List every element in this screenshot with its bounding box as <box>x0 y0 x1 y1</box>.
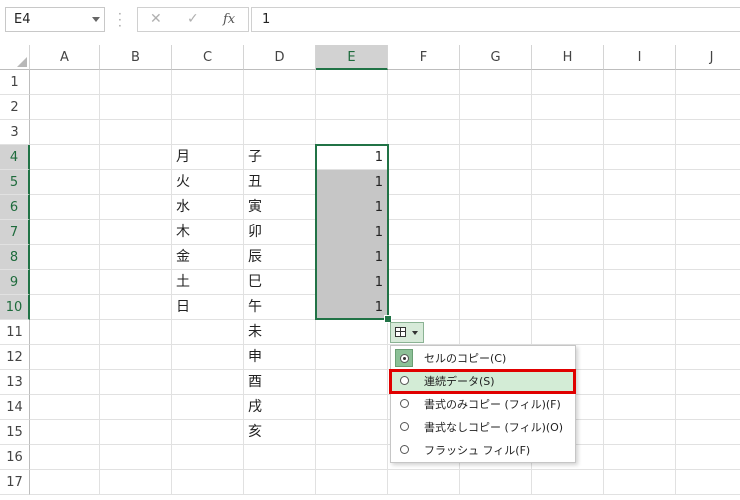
column-header-e[interactable]: E <box>316 45 388 70</box>
row-header-4[interactable]: 4 <box>0 145 30 170</box>
column-header-j[interactable]: J <box>676 45 740 70</box>
formula-buttons: ✕ ✓ fx <box>137 7 249 32</box>
row-header-2[interactable]: 2 <box>0 95 30 120</box>
row-header-11[interactable]: 11 <box>0 320 30 345</box>
cell-d5[interactable]: 丑 <box>248 170 262 195</box>
selected-indicator <box>395 349 413 367</box>
column-header-d[interactable]: D <box>244 45 316 70</box>
row-header-15[interactable]: 15 <box>0 420 30 445</box>
menu-item-label: セルのコピー(C) <box>424 352 507 365</box>
row-header-12[interactable]: 12 <box>0 345 30 370</box>
cell-c7[interactable]: 木 <box>176 220 190 245</box>
row-header-14[interactable]: 14 <box>0 395 30 420</box>
name-box-value: E4 <box>14 12 31 27</box>
autofill-options-button[interactable] <box>390 322 424 343</box>
selection-border <box>315 144 389 320</box>
grid-line <box>675 70 676 495</box>
row-header-13[interactable]: 13 <box>0 370 30 395</box>
cell-c8[interactable]: 金 <box>176 245 190 270</box>
column-header-c[interactable]: C <box>172 45 244 70</box>
row-header-6[interactable]: 6 <box>0 195 30 220</box>
radio-icon <box>400 399 409 408</box>
select-all-corner[interactable] <box>0 45 30 70</box>
grid-line <box>30 469 740 470</box>
column-header-b[interactable]: B <box>100 45 172 70</box>
row-header-5[interactable]: 5 <box>0 170 30 195</box>
row-header-3[interactable]: 3 <box>0 120 30 145</box>
menu-item-label: フラッシュ フィル(F) <box>424 444 531 457</box>
column-header-h[interactable]: H <box>532 45 604 70</box>
radio-icon <box>400 354 409 363</box>
cell-c9[interactable]: 土 <box>176 270 190 295</box>
grid-line <box>603 70 604 495</box>
autofill-options-menu: セルのコピー(C) 連続データ(S) 書式のみコピー (フィル)(F) 書式なし… <box>390 345 576 463</box>
formula-text: 1 <box>262 12 271 27</box>
row-header-8[interactable]: 8 <box>0 245 30 270</box>
menu-item-label: 書式なしコピー (フィル)(O) <box>424 421 564 434</box>
cell-d9[interactable]: 巳 <box>248 270 262 295</box>
autofill-icon <box>395 327 406 337</box>
grid-line <box>30 344 740 345</box>
row-header-7[interactable]: 7 <box>0 220 30 245</box>
column-header-g[interactable]: G <box>460 45 532 70</box>
cell-d8[interactable]: 辰 <box>248 245 262 270</box>
cell-d12[interactable]: 申 <box>248 345 262 370</box>
radio-icon <box>400 445 409 454</box>
row-header-9[interactable]: 9 <box>0 270 30 295</box>
menu-item-fill-without-formatting[interactable]: 書式なしコピー (フィル)(O) <box>392 416 574 439</box>
menu-item-fill-formatting-only[interactable]: 書式のみコピー (フィル)(F) <box>392 393 574 416</box>
cell-c5[interactable]: 火 <box>176 170 190 195</box>
column-header-a[interactable]: A <box>30 45 100 70</box>
formula-input[interactable]: 1 <box>251 7 740 32</box>
grid-line <box>30 119 740 120</box>
cell-d7[interactable]: 卯 <box>248 220 262 245</box>
grid-line <box>30 94 740 95</box>
grid-line <box>30 394 740 395</box>
column-header-f[interactable]: F <box>388 45 460 70</box>
radio-icon <box>400 422 409 431</box>
menu-item-label: 書式のみコピー (フィル)(F) <box>424 398 561 411</box>
grid-line <box>30 419 740 420</box>
cell-d14[interactable]: 戌 <box>248 395 262 420</box>
name-box[interactable]: E4 <box>5 7 105 32</box>
cell-d11[interactable]: 未 <box>248 320 262 345</box>
cell-d13[interactable]: 酉 <box>248 370 262 395</box>
menu-item-copy-cells[interactable]: セルのコピー(C) <box>392 347 574 370</box>
cell-d15[interactable]: 亥 <box>248 420 262 445</box>
formula-bar: E4 · · · ✕ ✓ fx 1 <box>0 0 740 38</box>
insert-function-icon[interactable]: fx <box>223 12 235 27</box>
chevron-down-icon[interactable] <box>92 17 100 22</box>
grid-line <box>30 444 740 445</box>
column-header-i[interactable]: I <box>604 45 676 70</box>
drag-handle-icon[interactable]: · · · <box>118 8 122 32</box>
row-header-17[interactable]: 17 <box>0 470 30 495</box>
cell-d4[interactable]: 子 <box>248 145 262 170</box>
row-header-1[interactable]: 1 <box>0 70 30 95</box>
cell-c10[interactable]: 日 <box>176 295 190 320</box>
row-header-16[interactable]: 16 <box>0 445 30 470</box>
enter-icon[interactable]: ✓ <box>187 11 199 27</box>
grid-line <box>30 494 740 495</box>
cell-d6[interactable]: 寅 <box>248 195 262 220</box>
grid-line <box>243 70 244 495</box>
grid-line <box>99 70 100 495</box>
grid-line <box>30 369 740 370</box>
menu-item-flash-fill[interactable]: フラッシュ フィル(F) <box>392 439 574 462</box>
highlight-box <box>389 369 576 394</box>
cell-c4[interactable]: 月 <box>176 145 190 170</box>
grid-line <box>171 70 172 495</box>
cell-c6[interactable]: 水 <box>176 195 190 220</box>
chevron-down-icon <box>412 331 418 335</box>
cell-d10[interactable]: 午 <box>248 295 262 320</box>
row-header-10[interactable]: 10 <box>0 295 30 320</box>
cancel-icon[interactable]: ✕ <box>150 11 162 27</box>
